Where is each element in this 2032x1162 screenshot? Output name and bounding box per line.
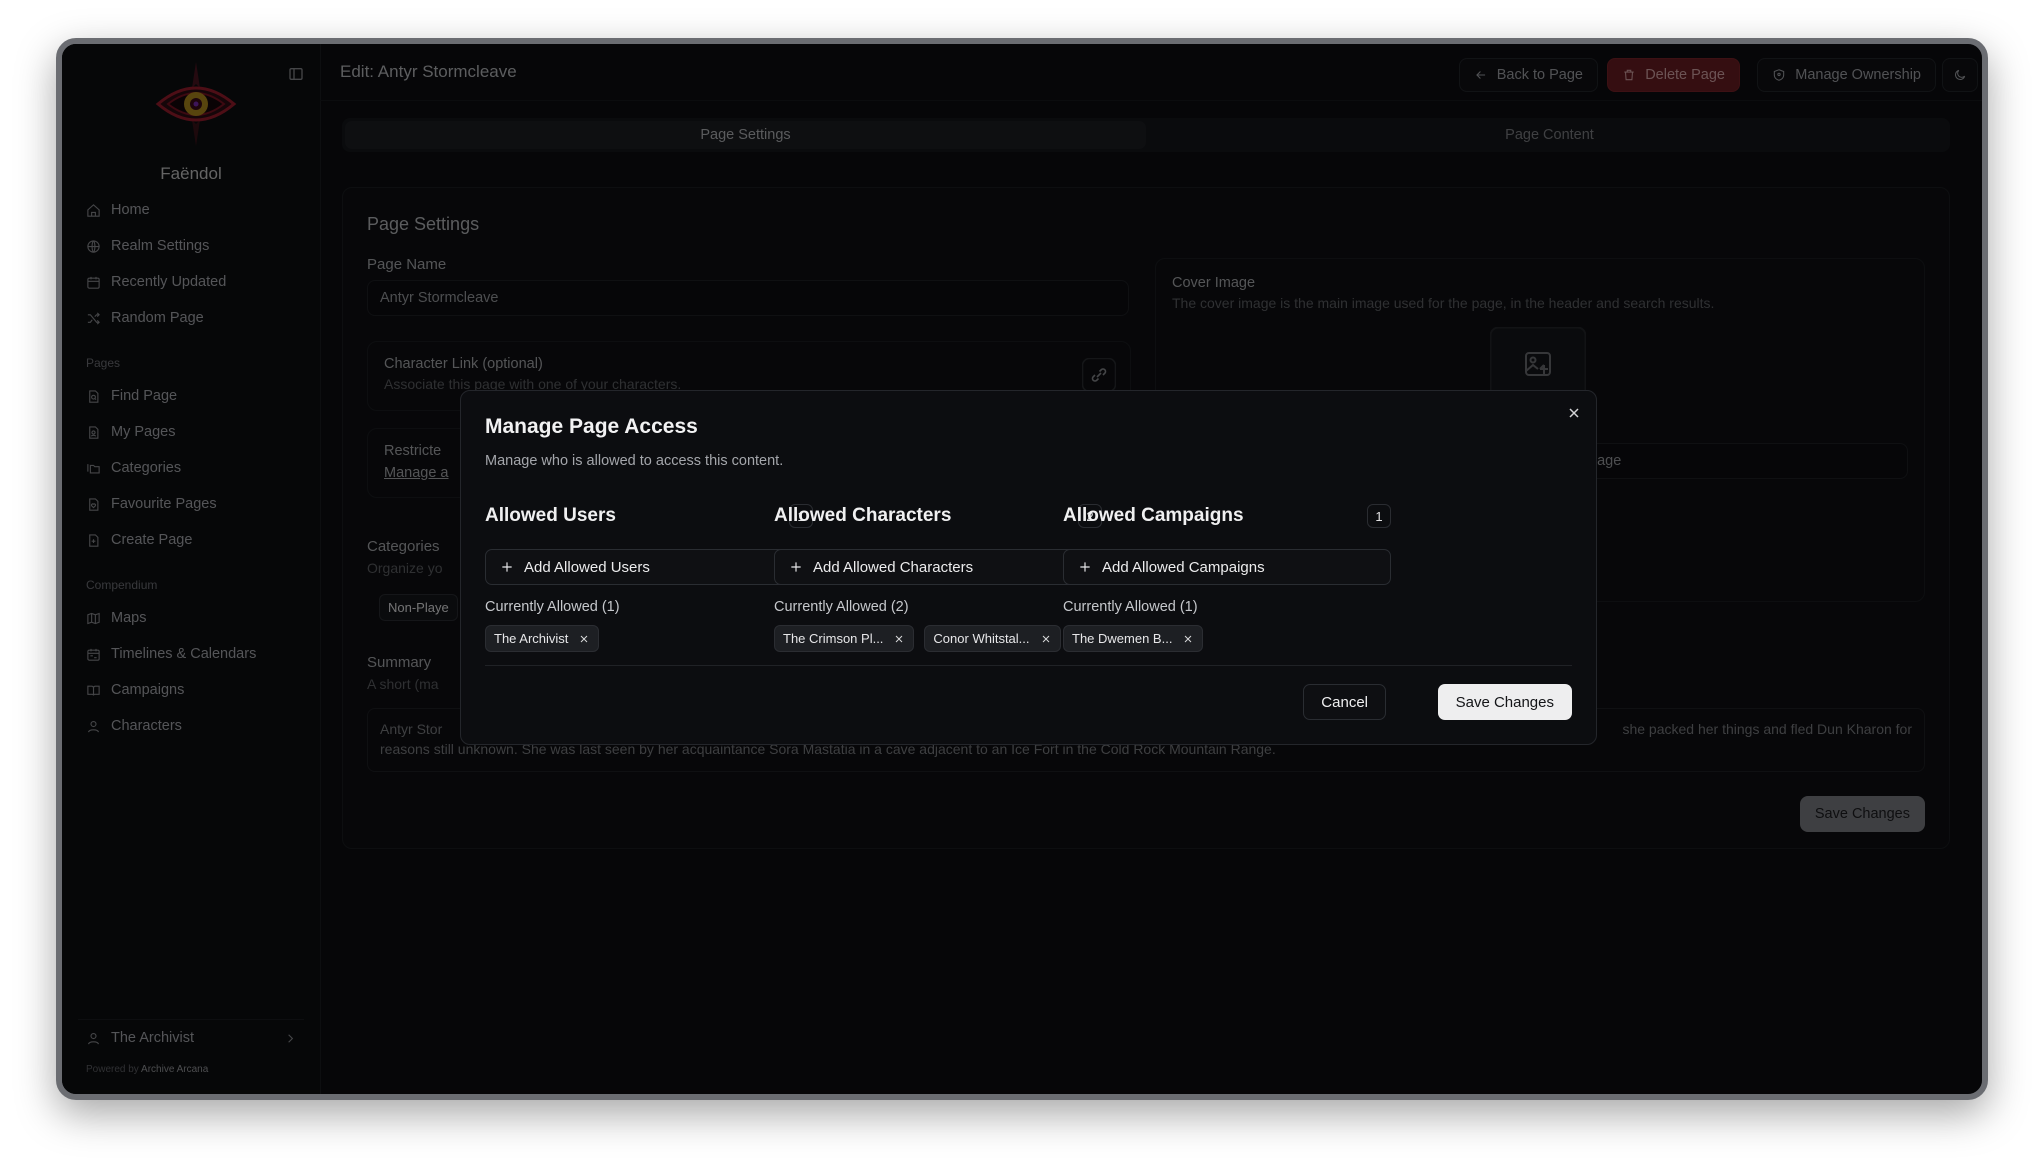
allowed-chip: The Dwemen B... [1063, 625, 1204, 652]
count-badge: 1 [1367, 504, 1391, 528]
plus-icon [502, 562, 512, 572]
add-allowed-characters-button[interactable]: Add Allowed Characters [774, 549, 1102, 585]
column-title: Allowed Characters [774, 505, 952, 526]
allowed-chip: The Archivist [485, 625, 600, 652]
chip-label: Conor Whitstal... [933, 631, 1030, 646]
modal-subtitle: Manage who is allowed to access this con… [485, 453, 784, 469]
column-title: Allowed Campaigns [1063, 505, 1244, 526]
currently-allowed-label: Currently Allowed (2) [774, 599, 909, 615]
chip-label: The Dwemen B... [1072, 631, 1173, 646]
chip-label: The Crimson Pl... [783, 631, 884, 646]
currently-allowed-label: Currently Allowed (1) [485, 599, 620, 615]
allowed-characters-column: Allowed Characters 2 Add Allowed Charact… [774, 503, 1102, 652]
chip-label: The Archivist [494, 631, 569, 646]
add-allowed-users-button[interactable]: Add Allowed Users [485, 549, 813, 585]
app-window: Faëndol Home Realm Settings Recently Upd… [56, 38, 1988, 1100]
plus-icon [1080, 562, 1090, 572]
remove-icon[interactable] [578, 633, 590, 645]
add-button-label: Add Allowed Characters [813, 558, 974, 576]
currently-allowed-label: Currently Allowed (1) [1063, 599, 1198, 615]
modal-title: Manage Page Access [485, 415, 698, 438]
remove-icon[interactable] [1182, 633, 1194, 645]
allowed-chip: Conor Whitstal... [924, 625, 1061, 652]
plus-icon [791, 562, 801, 572]
manage-page-access-modal: Manage Page Access Manage who is allowed… [460, 390, 1597, 745]
allowed-users-column: Allowed Users 1 Add Allowed Users Curren… [485, 503, 813, 652]
modal-save-changes-button[interactable]: Save Changes [1437, 684, 1572, 720]
close-icon[interactable] [1566, 405, 1582, 421]
modal-divider [485, 665, 1572, 666]
add-button-label: Add Allowed Campaigns [1102, 558, 1265, 576]
remove-icon[interactable] [893, 633, 905, 645]
allowed-campaigns-column: Allowed Campaigns 1 Add Allowed Campaign… [1063, 503, 1391, 652]
column-title: Allowed Users [485, 505, 616, 526]
add-allowed-campaigns-button[interactable]: Add Allowed Campaigns [1063, 549, 1391, 585]
remove-icon[interactable] [1040, 633, 1052, 645]
cancel-button[interactable]: Cancel [1303, 684, 1386, 720]
allowed-chip: The Crimson Pl... [774, 625, 915, 652]
add-button-label: Add Allowed Users [524, 558, 650, 576]
